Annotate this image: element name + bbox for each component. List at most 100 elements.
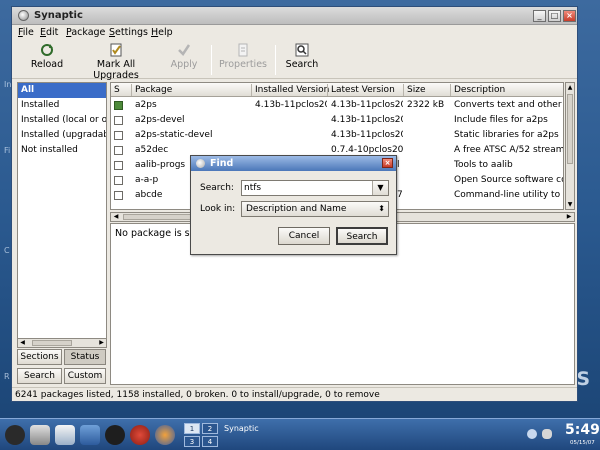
scrollbar-thumb[interactable] <box>32 340 72 346</box>
scroll-up-icon[interactable]: ▲ <box>566 83 574 92</box>
apply-checkmark-icon <box>178 44 191 56</box>
latest-version: l <box>397 160 400 170</box>
menu-package[interactable]: Package <box>66 27 105 38</box>
start-menu-icon[interactable] <box>5 425 25 445</box>
desktop-pager-3[interactable]: 3 <box>184 436 200 447</box>
filter-item-not-installed[interactable]: Not installed <box>18 143 106 158</box>
filter-item-all[interactable]: All <box>18 83 106 98</box>
scroll-right-icon[interactable]: ▶ <box>564 213 574 221</box>
filter-item-installed-upgradable[interactable]: Installed (upgradabl <box>18 128 106 143</box>
find-dialog-titlebar[interactable]: Find × <box>191 156 396 171</box>
home-icon[interactable] <box>55 425 75 445</box>
not-installed-checkbox[interactable] <box>114 146 123 155</box>
sections-button[interactable]: Sections <box>17 349 62 365</box>
filter-item-installed[interactable]: Installed <box>18 98 106 113</box>
maximize-icon[interactable]: □ <box>548 10 561 22</box>
filter-list-scrollbar[interactable]: ◀ ▶ <box>17 338 107 348</box>
mark-all-upgrades-button[interactable]: Mark All Upgrades <box>74 43 158 81</box>
scrollbar-thumb[interactable] <box>567 94 573 164</box>
package-manager-icon[interactable] <box>130 425 150 445</box>
cancel-button[interactable]: Cancel <box>278 227 330 245</box>
close-icon[interactable]: × <box>382 158 393 168</box>
desktop-pager-1[interactable]: 1 <box>184 423 200 434</box>
status-button[interactable]: Status <box>64 349 106 365</box>
package-description: A free ATSC A/52 stream <box>454 145 564 155</box>
not-installed-checkbox[interactable] <box>114 161 123 170</box>
menu-edit[interactable]: Edit <box>40 27 58 38</box>
volume-icon[interactable] <box>527 429 537 439</box>
toolbar-separator <box>211 45 212 75</box>
desktop-toggle-icon[interactable] <box>30 425 50 445</box>
search-field-label: Search: <box>200 183 234 193</box>
reload-button[interactable]: Reload <box>20 43 74 77</box>
table-row[interactable]: a2ps-static-devel 4.13b-11pclos20 Static… <box>111 128 563 143</box>
package-name: a2ps-static-devel <box>135 130 213 140</box>
column-header-size[interactable]: Size <box>407 85 425 95</box>
properties-label: Properties <box>218 59 267 70</box>
mark-all-upgrades-label: Mark All Upgrades <box>93 59 139 81</box>
minimize-icon[interactable]: _ <box>533 10 546 22</box>
menu-file[interactable]: File <box>18 27 34 38</box>
find-dialog: Find × Search: ntfs ▼ Look in: Descripti… <box>190 155 397 255</box>
latest-version: 7 <box>397 190 403 200</box>
find-search-label: Search <box>346 232 378 242</box>
apply-button[interactable]: Apply <box>164 43 204 77</box>
apply-label: Apply <box>170 59 198 70</box>
look-in-select[interactable]: Description and Name ⬍ <box>241 201 389 217</box>
search-button[interactable]: Search <box>282 43 322 77</box>
synaptic-app-icon <box>18 10 29 21</box>
table-row[interactable]: a2ps-devel 4.13b-11pclos20 Include files… <box>111 113 563 128</box>
scroll-left-icon[interactable]: ◀ <box>111 213 121 221</box>
installed-status-checkbox[interactable] <box>114 101 123 110</box>
column-header-status[interactable]: S <box>114 85 120 95</box>
desktop-icon-label[interactable]: R <box>4 372 10 381</box>
properties-button[interactable]: Properties <box>216 43 270 77</box>
column-divider <box>450 84 451 96</box>
scroll-down-icon[interactable]: ▼ <box>566 200 574 209</box>
table-row[interactable]: a2ps 4.13b-11pclos20 4.13b-11pclos20 232… <box>111 98 563 113</box>
package-name: a2ps-devel <box>135 115 185 125</box>
menu-settings[interactable]: Settings <box>109 27 148 38</box>
desktop-icon-label[interactable]: C <box>4 246 10 255</box>
column-divider <box>251 84 252 96</box>
not-installed-checkbox[interactable] <box>114 191 123 200</box>
clock[interactable]: 5:49 <box>565 422 600 438</box>
dropdown-arrow-icon[interactable]: ▼ <box>372 181 388 195</box>
menu-help[interactable]: Help <box>151 27 173 38</box>
package-description: Static libraries for a2ps <box>454 130 559 140</box>
search-filter-button[interactable]: Search <box>17 368 62 384</box>
column-header-latest-version[interactable]: Latest Version <box>331 85 395 95</box>
cancel-label: Cancel <box>288 231 320 241</box>
column-header-installed-version[interactable]: Installed Version <box>255 85 329 95</box>
close-icon[interactable]: × <box>563 10 576 22</box>
column-header-package[interactable]: Package <box>135 85 172 95</box>
select-arrows-icon: ⬍ <box>378 204 385 213</box>
desktop-pager-4[interactable]: 4 <box>202 436 218 447</box>
not-installed-checkbox[interactable] <box>114 116 123 125</box>
scroll-right-icon[interactable]: ▶ <box>97 339 106 347</box>
terminal-icon[interactable] <box>105 425 125 445</box>
taskbar-task-synaptic[interactable]: Synaptic <box>224 424 259 433</box>
desktop-icon-label[interactable]: Fi <box>4 146 10 155</box>
window-title: Synaptic <box>34 10 83 21</box>
search-label: Search <box>285 59 319 70</box>
control-center-icon[interactable] <box>80 425 100 445</box>
package-table-vertical-scrollbar[interactable]: ▲ ▼ <box>565 82 575 210</box>
package-name: a52dec <box>135 145 169 155</box>
package-description: Open Source software co <box>454 175 564 185</box>
custom-button[interactable]: Custom <box>64 368 106 384</box>
look-in-value: Description and Name <box>246 204 347 214</box>
column-header-description[interactable]: Description <box>454 85 505 95</box>
clipboard-icon[interactable] <box>542 429 552 439</box>
firefox-icon[interactable] <box>155 425 175 445</box>
window-titlebar[interactable]: Synaptic _ □ × <box>12 7 577 25</box>
statusbar: 6241 packages listed, 1158 installed, 0 … <box>12 387 577 402</box>
search-input[interactable]: ntfs ▼ <box>241 180 389 196</box>
filter-item-installed-local[interactable]: Installed (local or ob <box>18 113 106 128</box>
find-search-button[interactable]: Search <box>336 227 388 245</box>
desktop-pager-2[interactable]: 2 <box>202 423 218 434</box>
scroll-left-icon[interactable]: ◀ <box>18 339 27 347</box>
not-installed-checkbox[interactable] <box>114 131 123 140</box>
not-installed-checkbox[interactable] <box>114 176 123 185</box>
latest-version: 4.13b-11pclos20 <box>331 115 403 125</box>
